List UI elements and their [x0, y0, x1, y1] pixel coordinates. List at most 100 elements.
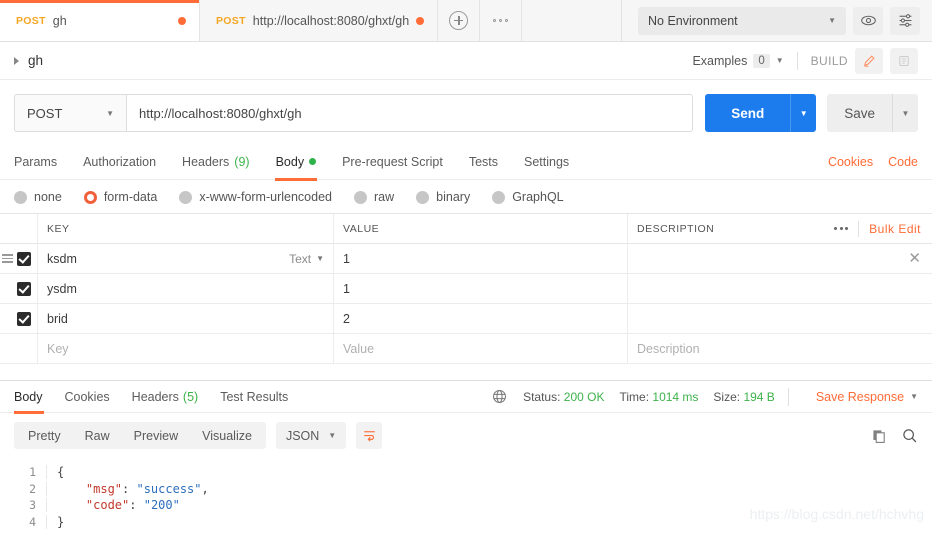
new-row-description-input[interactable]: Description [628, 334, 932, 363]
view-tab-raw[interactable]: Raw [73, 422, 122, 449]
edit-request-button[interactable] [855, 48, 883, 74]
view-tab-preview[interactable]: Preview [122, 422, 190, 449]
unsaved-indicator-dot[interactable] [416, 17, 424, 25]
response-tab-cookies[interactable]: Cookies [54, 381, 121, 413]
body-type-form-data[interactable]: form-data [84, 190, 158, 204]
copy-response-button[interactable] [871, 428, 887, 444]
table-row[interactable]: brid 2 [0, 304, 932, 334]
row-key-text: brid [47, 312, 68, 326]
row-value-cell[interactable]: 1 [334, 244, 628, 273]
row-value-cell[interactable]: 1 [334, 274, 628, 303]
response-tab-body[interactable]: Body [14, 381, 54, 413]
tab-body[interactable]: Body [263, 144, 330, 180]
tab-label: Pre-request Script [342, 155, 443, 169]
request-url-input[interactable] [126, 94, 693, 132]
view-tab-pretty[interactable]: Pretty [16, 422, 73, 449]
row-gutter [0, 304, 38, 333]
chevron-down-icon: ▼ [902, 109, 910, 118]
body-type-raw[interactable]: raw [354, 190, 394, 204]
save-button[interactable]: Save [827, 94, 892, 132]
tab-options-button[interactable] [480, 0, 522, 41]
plus-icon [449, 11, 468, 30]
send-button[interactable]: Send [705, 94, 790, 132]
table-row[interactable]: ysdm 1 [0, 274, 932, 304]
tab-label: Body [14, 390, 43, 404]
response-body-viewer[interactable]: 1 { 2 "msg": "success", 3 "code": "200" … [0, 458, 932, 530]
code-link[interactable]: Code [888, 155, 918, 169]
examples-count-badge: 0 [753, 54, 769, 68]
new-row-key-input[interactable]: Key [38, 334, 334, 363]
tab-label: Headers [132, 390, 179, 404]
json-colon: : [129, 498, 143, 512]
page-title: gh [28, 53, 43, 68]
delete-row-icon[interactable]: ✕ [908, 251, 923, 266]
environment-area: No Environment ▼ [621, 0, 932, 41]
tab-title: gh [53, 14, 171, 28]
environment-quick-look-button[interactable] [853, 7, 883, 35]
cookies-link[interactable]: Cookies [828, 155, 873, 169]
tab-tests[interactable]: Tests [456, 144, 511, 180]
search-response-button[interactable] [901, 427, 918, 444]
send-options-button[interactable]: ▼ [790, 94, 816, 132]
response-tab-headers[interactable]: Headers (5) [121, 381, 210, 413]
form-data-table: KEY VALUE DESCRIPTION Bulk Edit ksdm Tex… [0, 213, 932, 364]
network-info-button[interactable] [491, 388, 508, 405]
word-wrap-button[interactable] [356, 422, 382, 449]
radio-label: raw [374, 190, 394, 204]
time-value: 1014 ms [652, 390, 698, 404]
row-type-select[interactable]: Text ▼ [289, 252, 324, 266]
tab-authorization[interactable]: Authorization [70, 144, 169, 180]
row-description-cell[interactable] [628, 274, 932, 303]
tab-pre-request-script[interactable]: Pre-request Script [329, 144, 456, 180]
table-row-empty[interactable]: Key Value Description [0, 334, 932, 364]
examples-dropdown[interactable]: Examples 0 ▼ [692, 54, 783, 68]
radio-label: binary [436, 190, 470, 204]
json-key: "code" [86, 498, 129, 512]
bulk-edit-link[interactable]: Bulk Edit [869, 222, 921, 236]
code-line-text: "code": "200" [46, 498, 180, 512]
tab-settings[interactable]: Settings [511, 144, 582, 180]
more-horizontal-icon[interactable] [834, 227, 848, 230]
environment-select[interactable]: No Environment ▼ [638, 7, 846, 35]
body-type-graphql[interactable]: GraphQL [492, 190, 563, 204]
expand-chevron-icon[interactable] [14, 57, 19, 65]
row-key-cell[interactable]: ksdm Text ▼ [38, 244, 334, 273]
new-row-value-input[interactable]: Value [334, 334, 628, 363]
environment-settings-button[interactable] [890, 7, 920, 35]
row-description-cell[interactable] [628, 304, 932, 333]
row-checkbox[interactable] [17, 282, 31, 296]
save-response-button[interactable]: Save Response ▼ [816, 390, 918, 404]
http-method-select[interactable]: POST ▼ [14, 94, 126, 132]
save-options-button[interactable]: ▼ [892, 94, 918, 132]
body-type-none[interactable]: none [14, 190, 62, 204]
unsaved-indicator-dot[interactable] [178, 17, 186, 25]
view-tab-visualize[interactable]: Visualize [190, 422, 264, 449]
table-row[interactable]: ksdm Text ▼ 1 ✕ [0, 244, 932, 274]
row-key-cell[interactable]: ysdm [38, 274, 334, 303]
response-format-select[interactable]: JSON ▼ [276, 422, 346, 449]
search-icon [901, 427, 918, 444]
body-type-x-www-form-urlencoded[interactable]: x-www-form-urlencoded [179, 190, 332, 204]
response-tab-test-results[interactable]: Test Results [209, 381, 299, 413]
body-type-binary[interactable]: binary [416, 190, 470, 204]
time-label: Time: [619, 390, 649, 404]
row-checkbox[interactable] [17, 342, 31, 356]
response-view-controls: Pretty Raw Preview Visualize JSON ▼ [0, 413, 932, 458]
chevron-down-icon: ▼ [776, 56, 784, 65]
drag-handle-icon[interactable] [2, 254, 13, 263]
new-tab-button[interactable] [438, 0, 480, 41]
request-tab-2[interactable]: POST http://localhost:8080/ghxt/gh [200, 0, 438, 41]
request-tab-1[interactable]: POST gh [0, 0, 200, 41]
size-value: 194 B [743, 390, 774, 404]
row-checkbox[interactable] [17, 252, 31, 266]
tab-headers[interactable]: Headers (9) [169, 144, 263, 180]
status-value: 200 OK [564, 390, 605, 404]
row-value-cell[interactable]: 2 [334, 304, 628, 333]
row-description-cell[interactable]: ✕ [628, 244, 932, 273]
column-header-description: DESCRIPTION Bulk Edit [628, 214, 932, 244]
comments-button[interactable] [890, 48, 918, 74]
row-checkbox[interactable] [17, 312, 31, 326]
row-key-cell[interactable]: brid [38, 304, 334, 333]
json-comma: , [202, 482, 209, 496]
tab-params[interactable]: Params [14, 144, 70, 180]
